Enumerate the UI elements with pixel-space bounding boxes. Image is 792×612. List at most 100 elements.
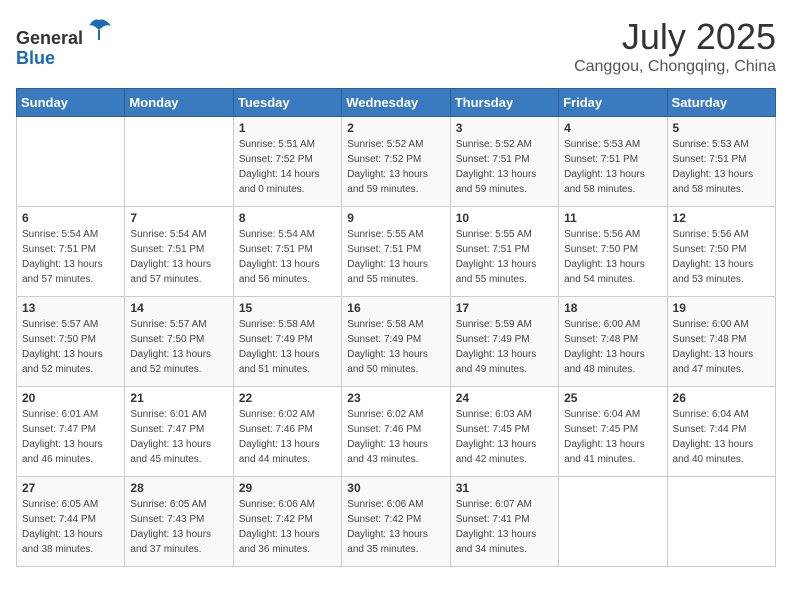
calendar-cell: 4 Sunrise: 5:53 AM Sunset: 7:51 PM Dayli…	[559, 117, 667, 207]
calendar-cell: 1 Sunrise: 5:51 AM Sunset: 7:52 PM Dayli…	[233, 117, 341, 207]
sunset: Sunset: 7:44 PM	[22, 514, 96, 525]
daylight: Daylight: 13 hours and 59 minutes.	[347, 169, 428, 195]
sunset: Sunset: 7:50 PM	[673, 244, 747, 255]
logo-general: General	[16, 28, 83, 48]
calendar-cell	[559, 477, 667, 567]
logo: General Blue	[16, 16, 113, 69]
day-info: Sunrise: 6:00 AM Sunset: 7:48 PM Dayligh…	[564, 317, 661, 377]
sunrise: Sunrise: 6:06 AM	[347, 499, 423, 510]
title-block: July 2025 Canggou, Chongqing, China	[574, 16, 776, 76]
calendar-cell: 30 Sunrise: 6:06 AM Sunset: 7:42 PM Dayl…	[342, 477, 450, 567]
sunrise: Sunrise: 5:53 AM	[673, 139, 749, 150]
daylight: Daylight: 13 hours and 43 minutes.	[347, 439, 428, 465]
weekday-header: Friday	[559, 89, 667, 117]
location-title: Canggou, Chongqing, China	[574, 58, 776, 76]
sunset: Sunset: 7:51 PM	[347, 244, 421, 255]
day-number: 28	[130, 481, 227, 495]
sunset: Sunset: 7:49 PM	[347, 334, 421, 345]
day-info: Sunrise: 6:05 AM Sunset: 7:43 PM Dayligh…	[130, 497, 227, 557]
calendar-cell: 21 Sunrise: 6:01 AM Sunset: 7:47 PM Dayl…	[125, 387, 233, 477]
calendar-cell: 16 Sunrise: 5:58 AM Sunset: 7:49 PM Dayl…	[342, 297, 450, 387]
calendar-week-row: 13 Sunrise: 5:57 AM Sunset: 7:50 PM Dayl…	[17, 297, 776, 387]
day-info: Sunrise: 5:54 AM Sunset: 7:51 PM Dayligh…	[22, 227, 119, 287]
sunset: Sunset: 7:42 PM	[239, 514, 313, 525]
calendar-cell: 25 Sunrise: 6:04 AM Sunset: 7:45 PM Dayl…	[559, 387, 667, 477]
sunset: Sunset: 7:49 PM	[239, 334, 313, 345]
day-info: Sunrise: 6:06 AM Sunset: 7:42 PM Dayligh…	[239, 497, 336, 557]
daylight: Daylight: 13 hours and 36 minutes.	[239, 529, 320, 555]
calendar-cell: 19 Sunrise: 6:00 AM Sunset: 7:48 PM Dayl…	[667, 297, 775, 387]
calendar-header-row: SundayMondayTuesdayWednesdayThursdayFrid…	[17, 89, 776, 117]
calendar-cell	[17, 117, 125, 207]
day-number: 31	[456, 481, 553, 495]
sunset: Sunset: 7:48 PM	[564, 334, 638, 345]
calendar-cell: 27 Sunrise: 6:05 AM Sunset: 7:44 PM Dayl…	[17, 477, 125, 567]
sunrise: Sunrise: 6:03 AM	[456, 409, 532, 420]
sunrise: Sunrise: 5:55 AM	[347, 229, 423, 240]
daylight: Daylight: 14 hours and 0 minutes.	[239, 169, 320, 195]
sunset: Sunset: 7:46 PM	[239, 424, 313, 435]
daylight: Daylight: 13 hours and 59 minutes.	[456, 169, 537, 195]
calendar-week-row: 6 Sunrise: 5:54 AM Sunset: 7:51 PM Dayli…	[17, 207, 776, 297]
sunrise: Sunrise: 5:57 AM	[22, 319, 98, 330]
day-info: Sunrise: 6:00 AM Sunset: 7:48 PM Dayligh…	[673, 317, 770, 377]
sunset: Sunset: 7:51 PM	[673, 154, 747, 165]
daylight: Daylight: 13 hours and 37 minutes.	[130, 529, 211, 555]
sunrise: Sunrise: 5:58 AM	[239, 319, 315, 330]
sunrise: Sunrise: 6:00 AM	[564, 319, 640, 330]
day-info: Sunrise: 6:06 AM Sunset: 7:42 PM Dayligh…	[347, 497, 444, 557]
day-info: Sunrise: 5:55 AM Sunset: 7:51 PM Dayligh…	[347, 227, 444, 287]
day-number: 15	[239, 301, 336, 315]
day-info: Sunrise: 5:51 AM Sunset: 7:52 PM Dayligh…	[239, 137, 336, 197]
calendar-cell: 11 Sunrise: 5:56 AM Sunset: 7:50 PM Dayl…	[559, 207, 667, 297]
weekday-header: Thursday	[450, 89, 558, 117]
day-info: Sunrise: 5:53 AM Sunset: 7:51 PM Dayligh…	[673, 137, 770, 197]
day-info: Sunrise: 5:56 AM Sunset: 7:50 PM Dayligh…	[673, 227, 770, 287]
month-title: July 2025	[574, 16, 776, 58]
weekday-header: Monday	[125, 89, 233, 117]
logo-blue: Blue	[16, 48, 55, 68]
sunset: Sunset: 7:41 PM	[456, 514, 530, 525]
daylight: Daylight: 13 hours and 35 minutes.	[347, 529, 428, 555]
daylight: Daylight: 13 hours and 57 minutes.	[130, 259, 211, 285]
calendar-cell: 28 Sunrise: 6:05 AM Sunset: 7:43 PM Dayl…	[125, 477, 233, 567]
day-info: Sunrise: 5:54 AM Sunset: 7:51 PM Dayligh…	[130, 227, 227, 287]
daylight: Daylight: 13 hours and 38 minutes.	[22, 529, 103, 555]
daylight: Daylight: 13 hours and 52 minutes.	[22, 349, 103, 375]
calendar-cell: 6 Sunrise: 5:54 AM Sunset: 7:51 PM Dayli…	[17, 207, 125, 297]
calendar-body: 1 Sunrise: 5:51 AM Sunset: 7:52 PM Dayli…	[17, 117, 776, 567]
calendar-week-row: 27 Sunrise: 6:05 AM Sunset: 7:44 PM Dayl…	[17, 477, 776, 567]
calendar-cell: 24 Sunrise: 6:03 AM Sunset: 7:45 PM Dayl…	[450, 387, 558, 477]
sunrise: Sunrise: 6:04 AM	[564, 409, 640, 420]
sunset: Sunset: 7:44 PM	[673, 424, 747, 435]
weekday-header: Tuesday	[233, 89, 341, 117]
sunrise: Sunrise: 5:54 AM	[130, 229, 206, 240]
daylight: Daylight: 13 hours and 50 minutes.	[347, 349, 428, 375]
sunrise: Sunrise: 5:57 AM	[130, 319, 206, 330]
sunrise: Sunrise: 5:51 AM	[239, 139, 315, 150]
calendar-cell: 26 Sunrise: 6:04 AM Sunset: 7:44 PM Dayl…	[667, 387, 775, 477]
sunrise: Sunrise: 5:54 AM	[22, 229, 98, 240]
day-number: 21	[130, 391, 227, 405]
day-number: 6	[22, 211, 119, 225]
day-number: 2	[347, 121, 444, 135]
daylight: Daylight: 13 hours and 44 minutes.	[239, 439, 320, 465]
sunset: Sunset: 7:47 PM	[22, 424, 96, 435]
daylight: Daylight: 13 hours and 51 minutes.	[239, 349, 320, 375]
sunset: Sunset: 7:50 PM	[22, 334, 96, 345]
sunset: Sunset: 7:49 PM	[456, 334, 530, 345]
day-number: 3	[456, 121, 553, 135]
sunset: Sunset: 7:50 PM	[130, 334, 204, 345]
sunset: Sunset: 7:51 PM	[564, 154, 638, 165]
daylight: Daylight: 13 hours and 41 minutes.	[564, 439, 645, 465]
day-number: 16	[347, 301, 444, 315]
calendar-cell: 10 Sunrise: 5:55 AM Sunset: 7:51 PM Dayl…	[450, 207, 558, 297]
day-number: 22	[239, 391, 336, 405]
sunset: Sunset: 7:50 PM	[564, 244, 638, 255]
day-number: 4	[564, 121, 661, 135]
weekday-header: Wednesday	[342, 89, 450, 117]
sunset: Sunset: 7:46 PM	[347, 424, 421, 435]
calendar-cell: 3 Sunrise: 5:52 AM Sunset: 7:51 PM Dayli…	[450, 117, 558, 207]
day-number: 14	[130, 301, 227, 315]
day-info: Sunrise: 5:58 AM Sunset: 7:49 PM Dayligh…	[239, 317, 336, 377]
